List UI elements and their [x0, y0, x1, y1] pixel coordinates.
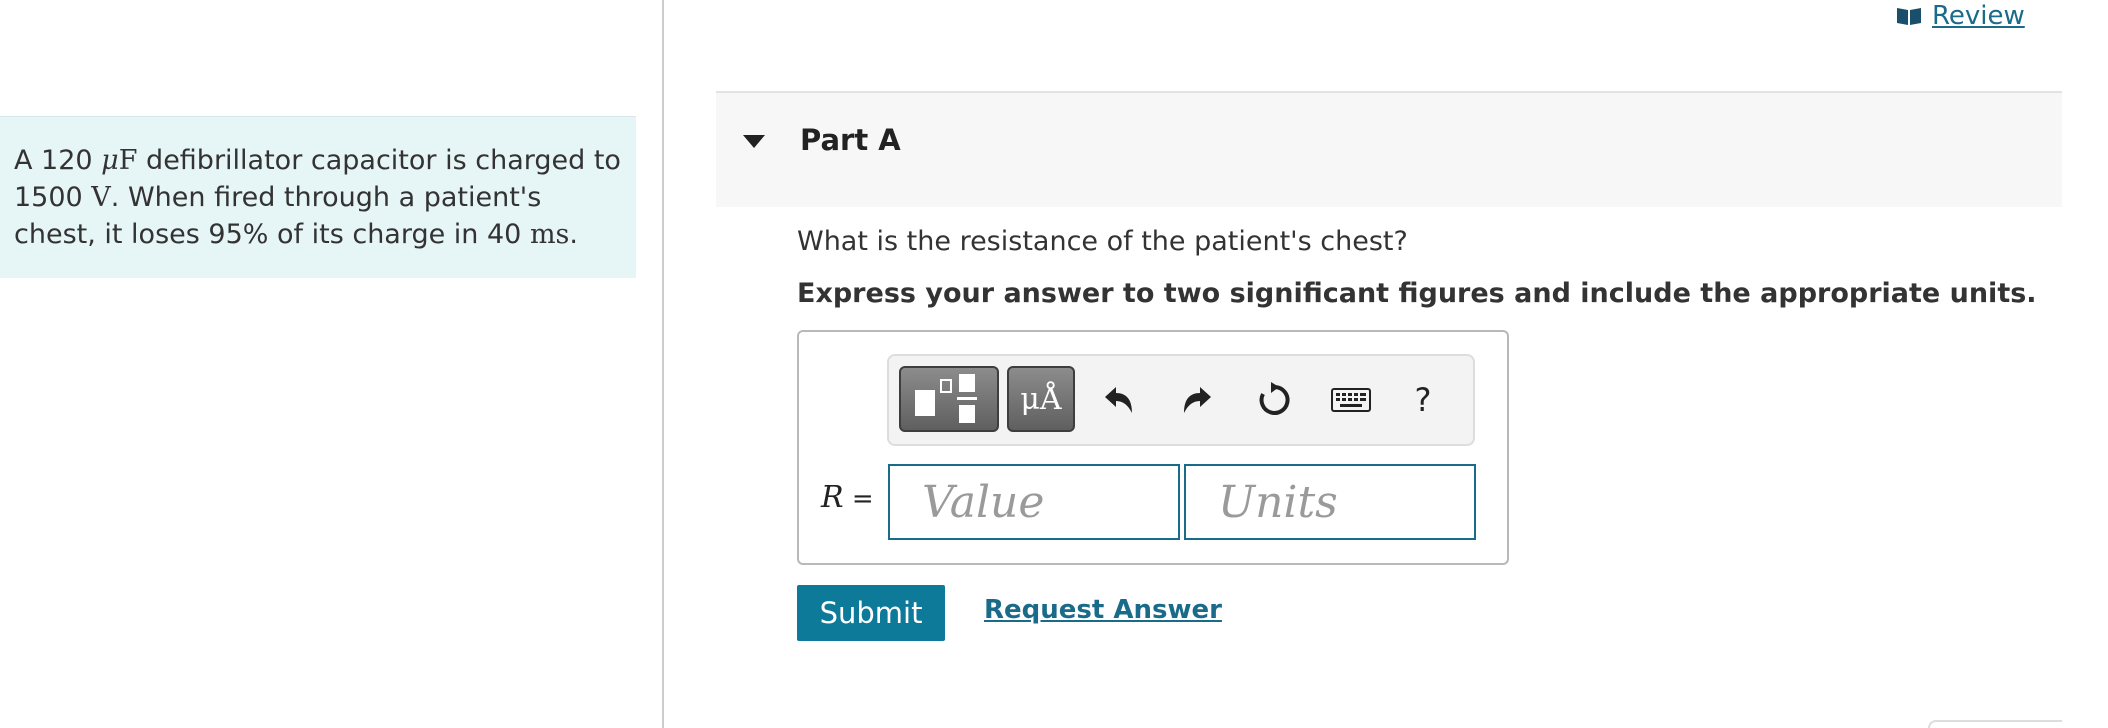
voltage-unit: V: [91, 182, 111, 213]
redo-glyph: [1184, 387, 1211, 413]
instruction-text: Express your answer to two significant f…: [797, 278, 2037, 309]
review-label: Review: [1932, 1, 2025, 31]
part-title: Part A: [800, 123, 901, 157]
question-text: What is the resistance of the patient's …: [797, 226, 1408, 257]
reset-glyph: [1259, 382, 1290, 415]
unit-prefix: μ: [101, 145, 119, 176]
variable-name: R: [821, 480, 844, 515]
pane-divider: [662, 0, 664, 728]
keyboard-icon[interactable]: [1329, 376, 1373, 424]
problem-statement: A 120 μF defibrillator capacitor is char…: [0, 116, 636, 278]
collapse-caret-icon[interactable]: [743, 135, 765, 148]
help-icon[interactable]: ?: [1401, 376, 1445, 424]
variable-label: R =: [821, 480, 874, 515]
units-input[interactable]: [1184, 464, 1476, 540]
problem-text: .: [569, 219, 579, 250]
templates-icon: [915, 374, 977, 423]
undo-icon[interactable]: [1097, 376, 1141, 424]
value-input[interactable]: [888, 464, 1180, 540]
keyboard-glyph: [1331, 388, 1371, 412]
submit-button[interactable]: Submit: [797, 585, 945, 641]
reset-icon[interactable]: [1253, 376, 1297, 424]
part-a-header[interactable]: Part A: [716, 91, 2062, 207]
review-link[interactable]: Review: [1896, 0, 2025, 32]
unit-symbol: F: [118, 145, 138, 176]
next-panel-edge: [1928, 720, 2062, 728]
redo-icon[interactable]: [1175, 376, 1219, 424]
request-answer-link[interactable]: Request Answer: [984, 595, 1222, 625]
capacitance-unit: μF: [101, 145, 137, 176]
book-icon: [1897, 8, 1921, 25]
math-toolbar: μÅ ?: [887, 354, 1475, 446]
units-button[interactable]: μÅ: [1007, 366, 1075, 432]
templates-button[interactable]: [899, 366, 999, 432]
answer-box: μÅ ? R = Value Units: [797, 330, 1509, 565]
undo-glyph: [1105, 387, 1132, 413]
problem-text: A 120: [14, 145, 102, 176]
equals-sign: =: [843, 484, 874, 514]
time-unit: ms: [529, 219, 570, 250]
